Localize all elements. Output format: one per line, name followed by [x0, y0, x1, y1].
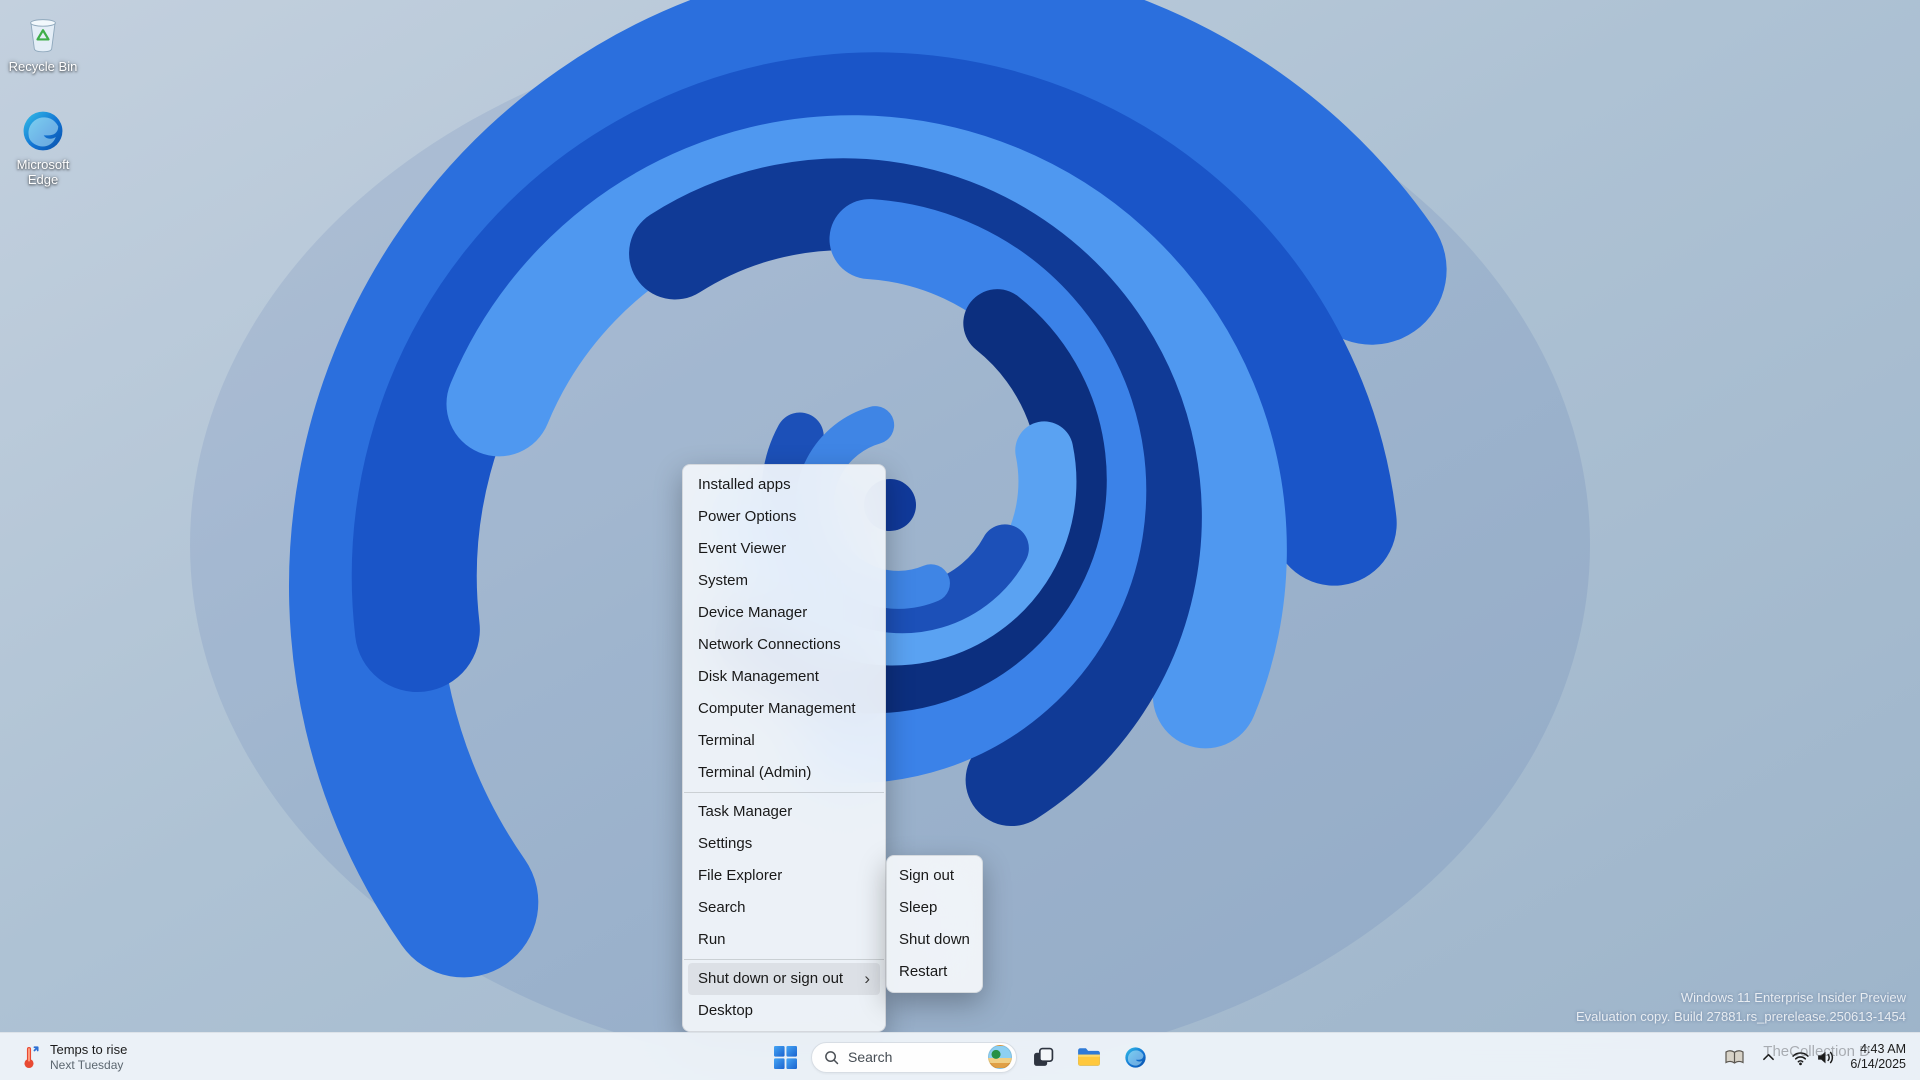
task-view-icon	[1033, 1047, 1053, 1066]
submenu-item-shut-down[interactable]: Shut down	[891, 924, 978, 956]
menu-item-label: File Explorer	[698, 867, 783, 884]
desktop-icon-recycle-bin[interactable]: Recycle Bin	[4, 10, 82, 74]
desktop-screen: Recycle Bin Microsoft Edge Windows 11 En…	[0, 0, 1920, 1080]
clock-date: 6/14/2025	[1850, 1057, 1906, 1071]
search-placeholder-text: Search	[848, 1049, 893, 1065]
submenu-item-label: Restart	[899, 963, 948, 980]
taskbar: Temps to rise Next Tuesday Search TheCol…	[0, 1032, 1920, 1080]
edge-taskbar-button[interactable]	[1115, 1037, 1155, 1077]
task-view-button[interactable]	[1023, 1037, 1063, 1077]
menu-item-label: Shut down or sign out	[698, 970, 844, 987]
menu-item-label: Terminal	[698, 732, 755, 749]
submenu-chevron-icon: ›	[864, 969, 870, 988]
menu-item-label: Disk Management	[698, 668, 819, 685]
thermometer-icon	[24, 1046, 39, 1069]
menu-item-label: Event Viewer	[698, 540, 787, 557]
system-tray: 4:43 AM 6/14/2025	[1717, 1037, 1916, 1077]
menu-item-terminal-admin[interactable]: Terminal (Admin)	[688, 757, 880, 789]
menu-item-shut-down-or-sign-out[interactable]: Shut down or sign out ›	[688, 963, 880, 995]
menu-item-label: Device Manager	[698, 604, 808, 621]
menu-item-label: Run	[698, 931, 726, 948]
menu-item-network-connections[interactable]: Network Connections	[688, 629, 880, 661]
chevron-up-icon	[1763, 1053, 1775, 1061]
menu-item-label: Task Manager	[698, 803, 793, 820]
network-volume-flyout-button[interactable]	[1784, 1039, 1842, 1075]
recycle-bin-icon	[20, 10, 66, 56]
menu-item-label: Desktop	[698, 1002, 754, 1019]
clock-date-button[interactable]: 4:43 AM 6/14/2025	[1844, 1042, 1916, 1072]
menu-item-device-manager[interactable]: Device Manager	[688, 597, 880, 629]
desktop-icon-label: Recycle Bin	[8, 59, 78, 74]
widget-headline: Temps to rise	[50, 1042, 128, 1057]
menu-item-desktop[interactable]: Desktop	[688, 995, 880, 1027]
menu-item-label: Terminal (Admin)	[698, 764, 812, 781]
menu-item-label: Power Options	[698, 508, 797, 525]
menu-item-settings[interactable]: Settings	[688, 828, 880, 860]
submenu-item-restart[interactable]: Restart	[891, 956, 978, 988]
menu-item-power-options[interactable]: Power Options	[688, 501, 880, 533]
file-explorer-button[interactable]	[1069, 1037, 1109, 1077]
weather-widget[interactable]: Temps to rise Next Tuesday	[6, 1037, 137, 1077]
os-build-watermark: Windows 11 Enterprise Insider Preview Ev…	[1576, 988, 1906, 1026]
menu-item-terminal[interactable]: Terminal	[688, 725, 880, 757]
widget-subtext: Next Tuesday	[50, 1058, 124, 1072]
search-icon	[825, 1050, 839, 1064]
edge-icon	[1124, 1046, 1146, 1068]
taskbar-search-input[interactable]: Search	[811, 1041, 1017, 1073]
submenu-item-label: Sleep	[899, 899, 938, 916]
search-highlight-image[interactable]	[988, 1045, 1012, 1069]
menu-item-label: System	[698, 572, 749, 589]
wifi-icon	[1792, 1051, 1810, 1065]
volume-icon	[1818, 1051, 1834, 1063]
menu-item-event-viewer[interactable]: Event Viewer	[688, 533, 880, 565]
submenu-item-label: Shut down	[899, 931, 970, 948]
taskbar-center-group: Search	[765, 1037, 1155, 1077]
winx-context-menu: Installed apps Power Options Event Viewe…	[682, 464, 886, 1032]
books-icon	[1725, 1050, 1744, 1064]
menu-item-installed-apps[interactable]: Installed apps	[688, 469, 880, 501]
os-watermark-line2: Evaluation copy. Build 27881.rs_prerelea…	[1575, 1009, 1906, 1024]
start-button[interactable]	[765, 1037, 805, 1077]
menu-item-search[interactable]: Search	[688, 892, 880, 924]
file-explorer-icon	[1078, 1048, 1100, 1066]
desktop-icon-microsoft-edge[interactable]: Microsoft Edge	[4, 108, 82, 187]
show-hidden-icons-button[interactable]	[1755, 1039, 1782, 1075]
menu-item-file-explorer[interactable]: File Explorer	[688, 860, 880, 892]
os-watermark-line1: Windows 11 Enterprise Insider Preview	[1680, 990, 1906, 1005]
submenu-item-sign-out[interactable]: Sign out	[891, 860, 978, 892]
edge-icon	[20, 108, 66, 154]
menu-item-disk-management[interactable]: Disk Management	[688, 661, 880, 693]
menu-item-label: Installed apps	[698, 476, 791, 493]
windows-logo-icon	[773, 1045, 797, 1069]
menu-item-computer-management[interactable]: Computer Management	[688, 693, 880, 725]
books-app-button[interactable]	[1717, 1039, 1753, 1075]
menu-item-label: Network Connections	[698, 636, 841, 653]
menu-item-label: Settings	[698, 835, 753, 852]
menu-separator	[684, 959, 884, 960]
menu-item-run[interactable]: Run	[688, 924, 880, 956]
shutdown-submenu: Sign out Sleep Shut down Restart	[886, 855, 983, 993]
menu-item-task-manager[interactable]: Task Manager	[688, 796, 880, 828]
desktop-icon-label: Microsoft Edge	[16, 157, 70, 187]
clock-time: 4:43 AM	[1860, 1042, 1906, 1056]
submenu-item-sleep[interactable]: Sleep	[891, 892, 978, 924]
menu-item-label: Search	[698, 899, 746, 916]
menu-separator	[684, 792, 884, 793]
menu-item-system[interactable]: System	[688, 565, 880, 597]
submenu-item-label: Sign out	[899, 867, 955, 884]
menu-item-label: Computer Management	[698, 700, 856, 717]
